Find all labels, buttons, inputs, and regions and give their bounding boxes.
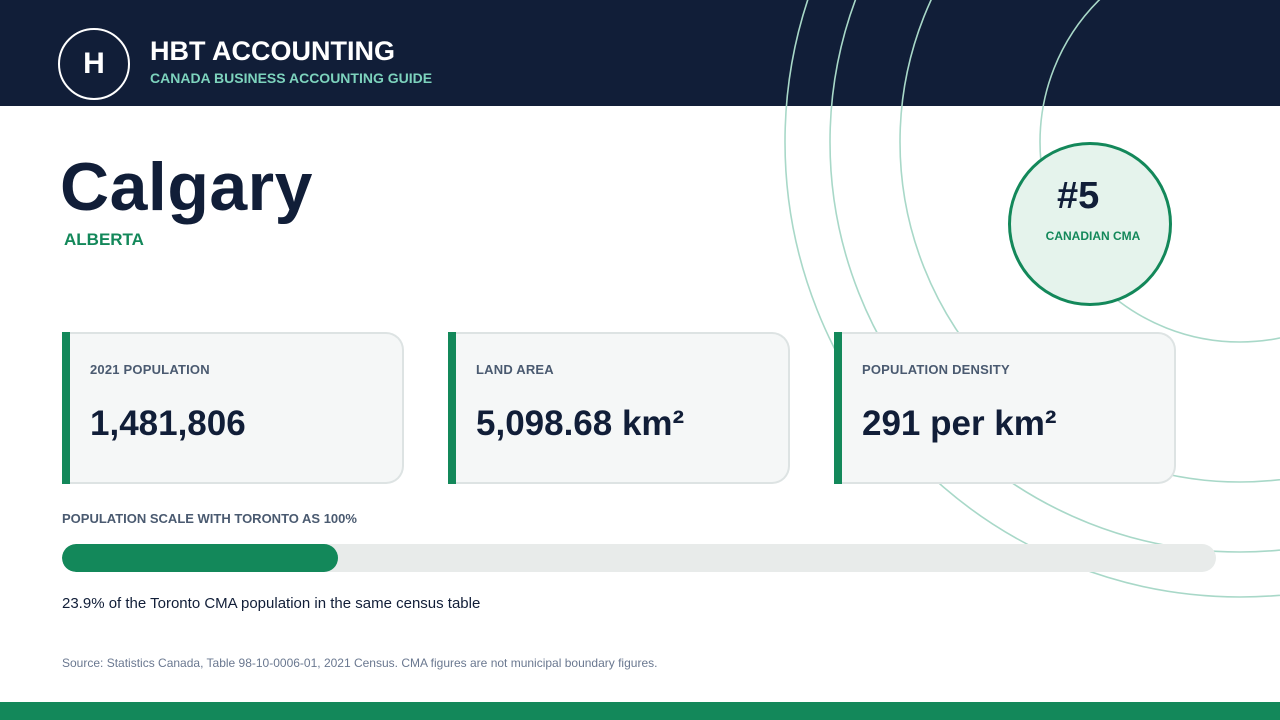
stat-value: 291 per km² (862, 404, 1057, 443)
brand-tagline: CANADA BUSINESS ACCOUNTING GUIDE (150, 70, 433, 86)
stat-value: 5,098.68 km² (476, 404, 685, 443)
footer-bar (0, 702, 1280, 720)
stat-value: 1,481,806 (90, 404, 246, 443)
brand-logo: H (58, 28, 130, 100)
rank-badge: #5 CANADIAN CMA (1008, 142, 1172, 306)
source-note: Source: Statistics Canada, Table 98-10-0… (62, 656, 658, 670)
rank-number: #5 (1057, 175, 1100, 217)
population-scale-fill (62, 544, 338, 572)
city-title: Calgary (60, 149, 313, 225)
scale-title: POPULATION SCALE WITH TORONTO AS 100% (62, 511, 357, 526)
scale-caption: 23.9% of the Toronto CMA population in t… (62, 595, 481, 612)
stat-label: LAND AREA (476, 362, 554, 377)
province-label: ALBERTA (64, 230, 144, 249)
population-scale-track (62, 544, 1216, 572)
stat-label: POPULATION DENSITY (862, 362, 1010, 377)
stat-card-population: 2021 POPULATION 1,481,806 (62, 332, 404, 484)
rank-label: CANADIAN CMA (1045, 229, 1141, 243)
stat-label: 2021 POPULATION (90, 362, 210, 377)
stat-card-land-area: LAND AREA 5,098.68 km² (448, 332, 790, 484)
logo-letter: H (83, 47, 105, 80)
brand-name: HBT ACCOUNTING (150, 36, 395, 66)
stat-card-density: POPULATION DENSITY 291 per km² (834, 332, 1176, 484)
